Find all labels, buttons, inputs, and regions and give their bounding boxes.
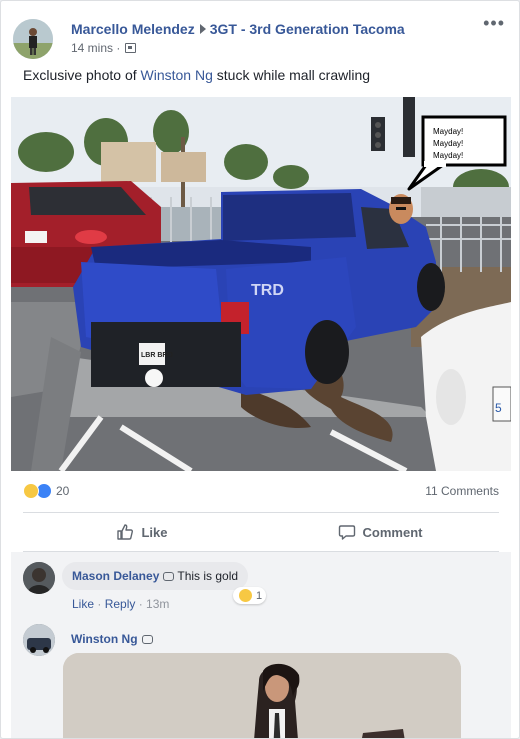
mention-link[interactable]: Winston Ng [141, 67, 213, 83]
comment-icon [338, 525, 355, 540]
like-button[interactable]: Like [23, 513, 261, 551]
chat-icon [141, 635, 153, 644]
post-meta: Marcello Melendez 3GT - 3rd Generation Ta… [71, 21, 405, 55]
author-name[interactable]: Marcello Melendez [71, 21, 195, 37]
comment-like-link[interactable]: Like [72, 597, 94, 611]
comment-actions: Like · Reply · 13m [72, 597, 170, 611]
speech-line-3: Mayday! [433, 151, 463, 160]
reaction-count[interactable]: 20 [56, 484, 69, 498]
post-card: Marcello Melendez 3GT - 3rd Generation Ta… [0, 0, 520, 739]
comment-text: This is gold [177, 569, 239, 583]
comment-count[interactable]: 11 Comments [425, 484, 499, 498]
time-separator: · [116, 41, 121, 55]
post-photo[interactable]: TRD LBR BRO 5 Mayday! Mayday! Mayday! [11, 97, 511, 471]
post-time[interactable]: 14 mins [71, 41, 113, 55]
commenter-name-text[interactable]: Winston Ng [71, 632, 138, 646]
comment-reaction[interactable]: 1 [233, 587, 267, 604]
commenter-avatar[interactable] [23, 624, 55, 656]
chat-icon [163, 572, 175, 581]
speech-line-2: Mayday! [433, 139, 463, 148]
post-stats: 20 11 Comments [23, 481, 499, 501]
comments-section: Mason Delaney This is gold 1 Like · Reply… [11, 552, 511, 738]
comment-label: Comment [362, 524, 423, 540]
commenter-name[interactable]: Mason Delaney [72, 569, 159, 583]
reactions-summary[interactable]: 20 [23, 483, 69, 499]
post-text-after: stuck while mall crawling [212, 67, 371, 83]
comment-bubble: Mason Delaney This is gold [62, 562, 249, 590]
post-text: Exclusive photo of Winston Ng stuck whil… [23, 67, 370, 83]
like-icon [117, 524, 134, 540]
author-line: Marcello Melendez 3GT - 3rd Generation Ta… [71, 21, 405, 37]
haha-reaction-icon [23, 483, 39, 499]
privacy-icon[interactable] [125, 43, 137, 53]
speech-line-1: Mayday! [433, 127, 463, 136]
haha-reaction-icon [238, 588, 253, 603]
commenter-name: Winston Ng [71, 632, 156, 646]
comment-button[interactable]: Comment [261, 513, 499, 551]
commenter-avatar[interactable] [23, 562, 55, 594]
arrow-right-icon [199, 24, 206, 34]
like-label: Like [141, 524, 168, 540]
comment-reaction-count: 1 [256, 589, 263, 602]
svg-text:TRD: TRD [251, 282, 284, 299]
more-options-icon[interactable]: ••• [483, 13, 505, 34]
comment-time[interactable]: 13m [146, 597, 169, 611]
comment-gif[interactable] [63, 653, 461, 738]
group-name[interactable]: 3GT - 3rd Generation Tacoma [210, 21, 405, 37]
post-header: Marcello Melendez 3GT - 3rd Generation Ta… [13, 13, 509, 61]
post-text-before: Exclusive photo of [23, 67, 141, 83]
post-subline: 14 mins · [71, 41, 405, 55]
action-bar: Like Comment [23, 513, 499, 551]
svg-text:5: 5 [495, 401, 502, 415]
comment-reply-link[interactable]: Reply [105, 597, 136, 611]
svg-text:LBR BRO: LBR BRO [141, 352, 173, 359]
author-avatar[interactable] [13, 19, 53, 59]
